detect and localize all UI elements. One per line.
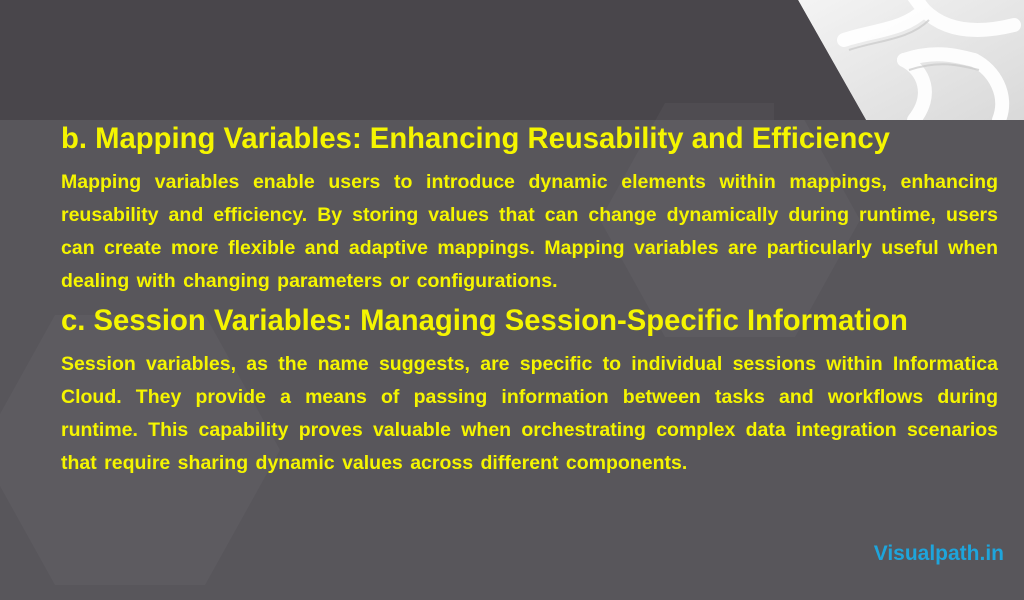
corner-lattice-image (774, 0, 1024, 120)
section-body: Session variables, as the name suggests,… (61, 353, 998, 474)
slide-content: b. Mapping Variables: Enhancing Reusabil… (61, 124, 998, 488)
brand-watermark: Visualpath.in (873, 542, 1004, 565)
section-heading: b. Mapping Variables: Enhancing Reusabil… (61, 123, 890, 155)
section-mapping-variables: b. Mapping Variables: Enhancing Reusabil… (61, 124, 998, 298)
section-session-variables: c. Session Variables: Managing Session-S… (61, 306, 998, 480)
section-heading: c. Session Variables: Managing Session-S… (61, 305, 908, 337)
section-body: Mapping variables enable users to introd… (61, 171, 998, 292)
